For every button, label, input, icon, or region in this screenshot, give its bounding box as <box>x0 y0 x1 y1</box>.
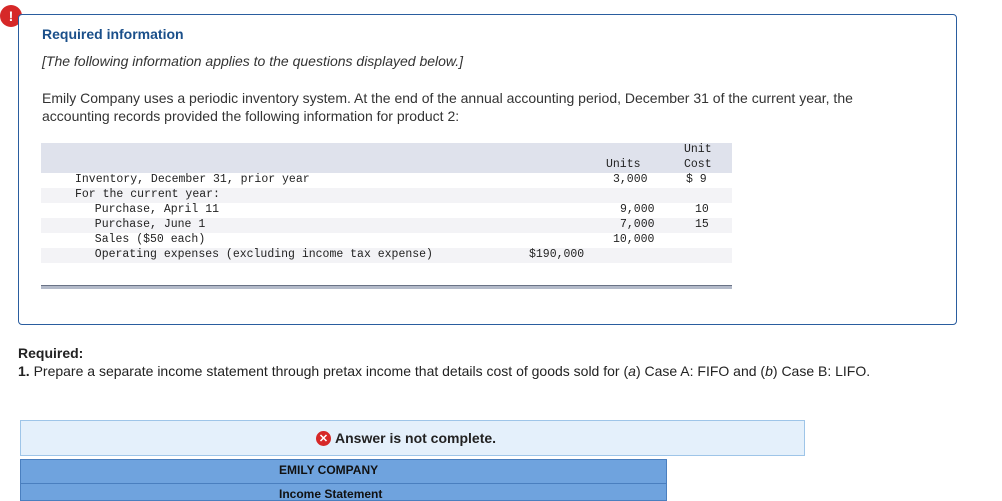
case-b-letter: b <box>765 363 773 379</box>
problem-description: Emily Company uses a periodic inventory … <box>42 90 853 124</box>
units-header: Units <box>606 158 641 171</box>
row-cost: $ 9 <box>686 173 707 186</box>
table-row: Inventory, December 31, prior year 3,000… <box>41 173 732 188</box>
row-amount: $190,000 <box>529 248 585 261</box>
instruction-part: ) Case B: LIFO. <box>772 363 871 379</box>
answer-status: ✕ Answer is not complete. <box>316 430 496 446</box>
company-name: EMILY COMPANY <box>279 463 379 477</box>
row-units: 3,000 <box>613 173 648 186</box>
answer-status-text: Answer is not complete. <box>335 430 497 446</box>
row-label: Purchase, April 11 <box>81 203 220 216</box>
unit-cost-header-bottom: Cost <box>684 158 712 171</box>
row-units: 9,000 <box>620 203 655 216</box>
case-a-letter: a <box>628 363 636 379</box>
question-number: 1. <box>18 363 30 379</box>
row-units: 10,000 <box>613 233 655 246</box>
info-note: [The following information applies to th… <box>42 53 464 69</box>
income-statement-header: EMILY COMPANY Income Statement <box>20 459 667 501</box>
row-label: Inventory, December 31, prior year <box>75 173 310 186</box>
table-bottom-divider <box>41 285 732 289</box>
table-row: Sales ($50 each) 10,000 <box>41 233 732 248</box>
unit-cost-header-top: Unit <box>684 143 712 156</box>
row-label: Operating expenses (excluding income tax… <box>81 248 433 261</box>
table-row: Purchase, April 11 9,000 10 <box>41 203 732 218</box>
statement-title: Income Statement <box>279 487 383 501</box>
row-cost: 15 <box>695 218 709 231</box>
product-data-table: Unit Units Cost Inventory, December 31, … <box>41 143 732 263</box>
table-row: Operating expenses (excluding income tax… <box>41 248 732 263</box>
required-instruction: 1. Prepare a separate income statement t… <box>18 362 958 380</box>
row-label: For the current year: <box>75 188 220 201</box>
table-header-row-1: Unit <box>41 143 732 158</box>
required-heading: Required: <box>18 345 84 361</box>
table-row: For the current year: <box>41 188 732 203</box>
answer-status-banner: ✕ Answer is not complete. <box>20 420 805 456</box>
table-header-row-2: Units Cost <box>41 158 732 173</box>
header-divider <box>21 483 666 484</box>
row-units: 7,000 <box>620 218 655 231</box>
row-label: Purchase, June 1 <box>81 218 206 231</box>
table-row: Purchase, June 1 7,000 15 <box>41 218 732 233</box>
instruction-part: Prepare a separate income statement thro… <box>29 363 629 379</box>
x-circle-icon: ✕ <box>316 430 331 446</box>
row-label: Sales ($50 each) <box>81 233 206 246</box>
required-information-title: Required information <box>42 26 184 42</box>
row-cost: 10 <box>695 203 709 216</box>
instruction-part: ) Case A: FIFO and ( <box>635 363 766 379</box>
